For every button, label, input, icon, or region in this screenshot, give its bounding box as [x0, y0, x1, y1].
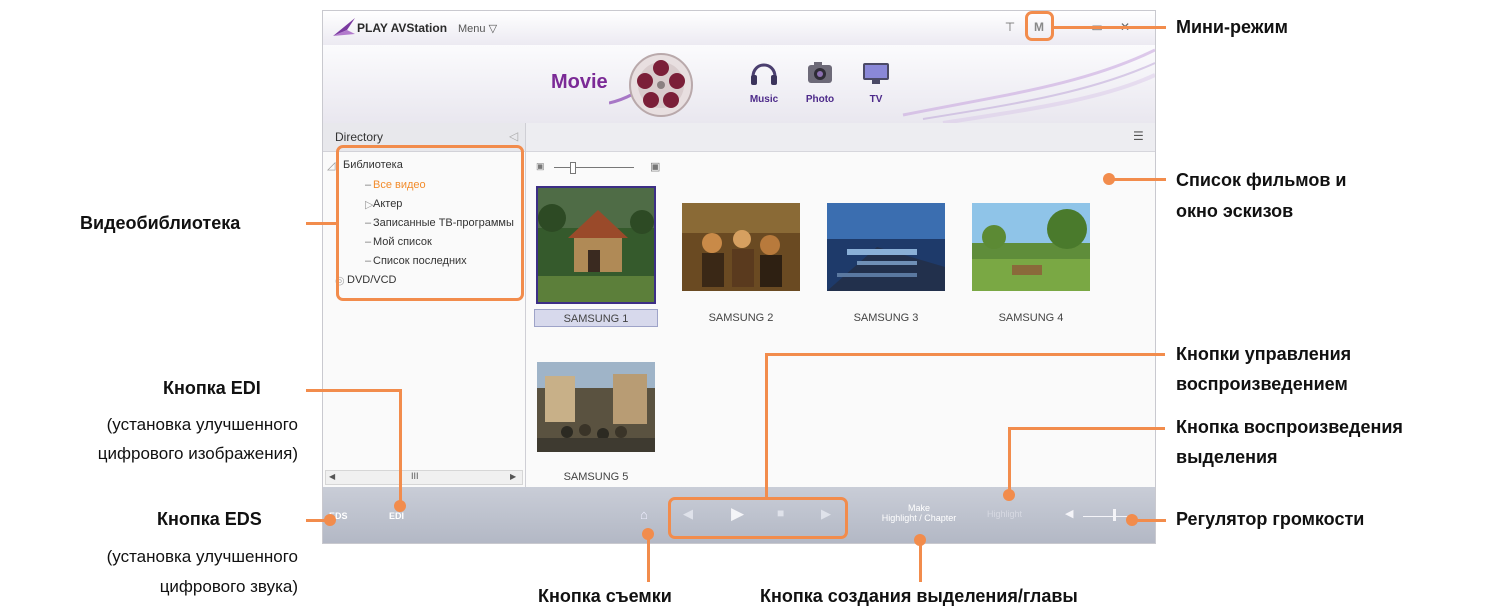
- make-highlight-chapter-button[interactable]: Make Highlight / Chapter: [869, 503, 969, 523]
- highlight-mini-mode: [1025, 11, 1054, 41]
- connector-dot: [394, 500, 406, 512]
- large-thumb-icon[interactable]: ▣: [650, 160, 660, 173]
- connector-dot: [1126, 514, 1138, 526]
- logo-icon: [333, 18, 355, 36]
- mode-label: Music: [749, 94, 779, 105]
- expand-icon[interactable]: ◿: [327, 159, 335, 172]
- connector-dot: [642, 528, 654, 540]
- tv-icon: [863, 63, 889, 84]
- connector-dot: [324, 514, 336, 526]
- thumbnail-image: [972, 203, 1090, 291]
- video-thumbnail-3[interactable]: [826, 186, 946, 304]
- connector-line: [306, 389, 402, 392]
- annotation-movie-list: Список фильмов и: [1176, 170, 1347, 190]
- thumbnail-size-slider[interactable]: ▣ ▣: [536, 161, 666, 175]
- highlight-play-button[interactable]: Highlight: [987, 509, 1022, 519]
- annotation-volume: Регулятор громкости: [1176, 509, 1365, 529]
- thumbnail-image: [682, 203, 800, 291]
- small-thumb-icon[interactable]: ▣: [536, 161, 545, 172]
- movie-list: ☰ ▣ ▣ SAMSUNG 1 SAMSUNG 2 SAMSUNG 3 SAMS…: [526, 123, 1155, 487]
- mode-title: Movie: [551, 71, 608, 93]
- video-caption[interactable]: SAMSUNG 5: [534, 468, 658, 486]
- connector-line: [1008, 427, 1011, 495]
- mode-tv[interactable]: TV: [851, 55, 901, 115]
- volume-thumb[interactable]: [1113, 509, 1116, 521]
- highlight-playback: [668, 497, 848, 539]
- restore-icon[interactable]: ⊤: [999, 16, 1021, 38]
- slider-thumb[interactable]: [570, 162, 576, 174]
- horizontal-scrollbar[interactable]: ◀ III ▶: [325, 470, 523, 485]
- menu-button[interactable]: Menu ▽: [458, 22, 497, 35]
- video-thumbnail-1[interactable]: [536, 186, 656, 304]
- annotation-eds-desc-2: цифрового звука): [159, 577, 298, 596]
- video-thumbnail-4[interactable]: [971, 186, 1091, 304]
- film-reel-icon[interactable]: [609, 51, 699, 123]
- annotation-make-chapter: Кнопка создания выделения/главы: [760, 586, 1078, 606]
- annotation-playback-2: воспроизведением: [1176, 374, 1348, 394]
- connector-line: [765, 353, 1165, 356]
- video-caption[interactable]: SAMSUNG 4: [969, 309, 1093, 327]
- video-thumbnail-2[interactable]: [681, 186, 801, 304]
- annotation-edi-desc-2: цифрового изображения): [97, 444, 298, 463]
- volume-track[interactable]: [1083, 516, 1129, 517]
- annotation-edi-desc: (установка улучшенного: [106, 415, 298, 434]
- thumbnail-image: [537, 362, 655, 452]
- connector-line: [919, 540, 922, 582]
- list-view-icon[interactable]: ☰: [1133, 129, 1144, 143]
- video-caption[interactable]: SAMSUNG 3: [824, 309, 948, 327]
- capture-icon[interactable]: ⌂: [640, 507, 648, 522]
- video-thumbnail-5[interactable]: [536, 345, 656, 463]
- connector-dot: [1103, 173, 1115, 185]
- annotation-highlight-play-2: выделения: [1176, 447, 1278, 467]
- collapse-panel-icon[interactable]: ◁: [509, 129, 518, 143]
- annotation-playback: Кнопки управления: [1176, 344, 1352, 364]
- video-caption[interactable]: SAMSUNG 1: [534, 309, 658, 327]
- video-caption[interactable]: SAMSUNG 2: [679, 309, 803, 327]
- thumbnail-image: [827, 203, 945, 291]
- mode-photo[interactable]: Photo: [795, 55, 845, 115]
- annotation-capture: Кнопка съемки: [538, 586, 672, 606]
- mode-label: Photo: [805, 94, 835, 105]
- scroll-right-icon[interactable]: ▶: [510, 472, 516, 481]
- connector-line: [765, 353, 768, 497]
- connector-line: [1054, 26, 1166, 29]
- mode-label: TV: [869, 94, 883, 105]
- camera-icon: [808, 62, 832, 83]
- connector-line: [1113, 178, 1166, 181]
- mode-music[interactable]: Music: [739, 55, 789, 115]
- connector-dot: [1003, 489, 1015, 501]
- make-label: Make: [907, 503, 930, 513]
- connector-line: [399, 389, 402, 505]
- annotation-edi: Кнопка EDI: [163, 378, 261, 398]
- annotation-movie-list-2: окно эскизов: [1176, 201, 1294, 221]
- mode-header: Movie Music Photo TV: [323, 45, 1155, 124]
- scroll-grip[interactable]: III: [411, 471, 419, 481]
- annotation-mini-mode: Мини-режим: [1176, 17, 1288, 37]
- annotation-library: Видеобиблиотека: [80, 213, 241, 233]
- annotation-eds-desc: (установка улучшенного: [106, 547, 298, 566]
- edi-button[interactable]: EDI: [389, 511, 404, 521]
- volume-icon: ◀: [1065, 508, 1074, 520]
- thumbnail-image: [538, 188, 654, 302]
- scroll-left-icon[interactable]: ◀: [329, 472, 335, 481]
- content-header: ☰: [526, 123, 1155, 152]
- connector-line: [1008, 427, 1165, 430]
- decor-streak: [902, 48, 1155, 123]
- slider-track: [554, 167, 634, 168]
- annotation-highlight-play: Кнопка воспроизведения: [1176, 417, 1403, 437]
- directory-title: Directory: [335, 130, 384, 144]
- highlight-library: [336, 145, 524, 301]
- connector-dot: [914, 534, 926, 546]
- headphones-icon: [751, 63, 777, 85]
- annotation-eds: Кнопка EDS: [157, 509, 262, 529]
- connector-line: [306, 222, 336, 225]
- connector-line: [647, 536, 650, 582]
- app-name: PLAY AVStation: [357, 21, 448, 35]
- highlight-chapter-label: Highlight / Chapter: [881, 513, 957, 523]
